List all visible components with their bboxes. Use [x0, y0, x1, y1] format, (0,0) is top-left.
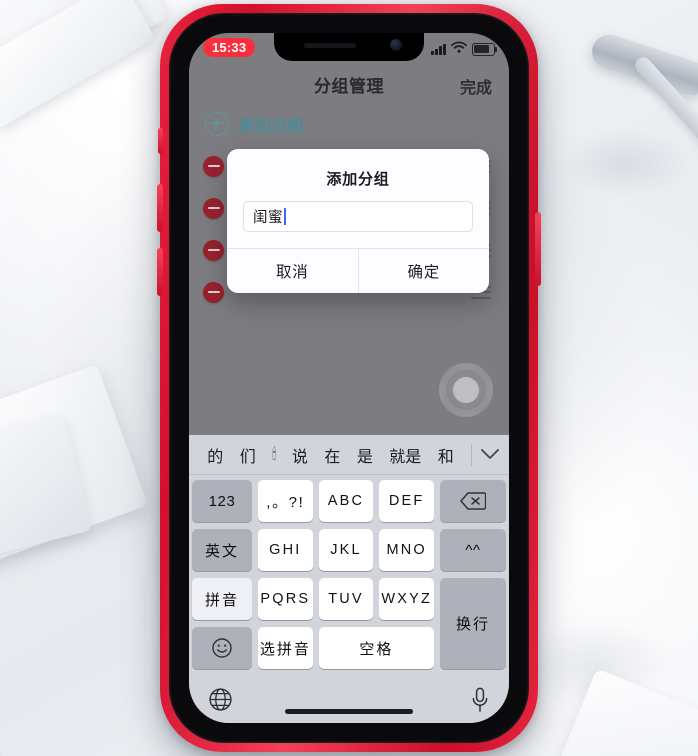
- suggestion-item[interactable]: 是: [357, 443, 373, 467]
- home-indicator[interactable]: [285, 709, 413, 714]
- keyboard-row-3: 拼音 PQRS TUV WXYZ 换行: [192, 578, 507, 669]
- battery-icon: [472, 42, 498, 56]
- dialog-actions: 取消 确定: [227, 249, 489, 293]
- suggestion-item[interactable]: 们: [240, 443, 256, 467]
- suggestion-list: 的 们 🕯 说 在 是 就是 和: [193, 443, 468, 467]
- cancel-button[interactable]: 取消: [227, 249, 358, 293]
- group-name-input-value: 闺蜜: [253, 210, 283, 226]
- key-pinyin[interactable]: 拼音: [192, 578, 252, 620]
- phone-bezel: 分组管理 完成 添加分组 添加分组 闺蜜 取消 确定 的 们 🕯 说 在 是 就…: [169, 13, 529, 743]
- emoji-icon[interactable]: [192, 627, 252, 669]
- volume-down-button[interactable]: [157, 248, 163, 296]
- key-english[interactable]: 英文: [192, 529, 252, 571]
- cellular-bars-icon: [431, 43, 446, 55]
- suggestion-divider: [471, 443, 472, 466]
- globe-icon[interactable]: [208, 687, 233, 717]
- keyboard-bottom-bar: [192, 676, 506, 723]
- key-123[interactable]: 123: [192, 480, 252, 522]
- power-button[interactable]: [535, 212, 541, 286]
- keyboard-row-2: 英文 GHI JKL MNO ^^: [192, 529, 507, 571]
- keyboard-rows: 123 ,。?! ABC DEF 英文 GHI JKL MNO ^^ 拼音 PQ…: [189, 475, 509, 723]
- volume-up-button[interactable]: [157, 184, 163, 232]
- suggestion-item[interactable]: 的: [207, 443, 223, 467]
- key-abc[interactable]: ABC: [318, 480, 374, 522]
- microphone-icon[interactable]: [470, 687, 490, 718]
- status-time: 15:33: [203, 38, 256, 57]
- screenshot-scene: 分组管理 完成 添加分组 添加分组 闺蜜 取消 确定 的 们 🕯 说 在 是 就…: [0, 0, 698, 756]
- text-caret: [284, 208, 286, 225]
- suggestion-item[interactable]: 和: [438, 443, 454, 467]
- key-punctuation[interactable]: ,。?!: [258, 480, 313, 522]
- phone-screen: 分组管理 完成 添加分组 添加分组 闺蜜 取消 确定 的 们 🕯 说 在 是 就…: [189, 33, 509, 723]
- backspace-icon[interactable]: [440, 480, 507, 522]
- keyboard: 的 们 🕯 说 在 是 就是 和 123 ,。?! ABC DEF 英文 GHI…: [189, 435, 509, 723]
- suggestion-item[interactable]: 说: [292, 443, 308, 467]
- suggestion-item[interactable]: 就是: [389, 443, 421, 467]
- key-kaomoji[interactable]: ^^: [440, 529, 507, 571]
- status-bar: 15:33: [189, 33, 509, 63]
- key-mno[interactable]: MNO: [379, 529, 435, 571]
- key-jkl[interactable]: JKL: [318, 529, 374, 571]
- dialog-title: 添加分组: [326, 171, 390, 188]
- add-group-dialog: 添加分组 闺蜜 取消 确定: [227, 149, 489, 293]
- wifi-icon: [451, 40, 467, 58]
- key-space[interactable]: 空格: [318, 627, 434, 669]
- group-name-input[interactable]: 闺蜜: [243, 201, 473, 232]
- key-ghi[interactable]: GHI: [258, 529, 313, 571]
- keyboard-row-1: 123 ,。?! ABC DEF: [192, 480, 507, 522]
- confirm-button[interactable]: 确定: [359, 249, 490, 293]
- suggestion-item[interactable]: 在: [324, 443, 340, 467]
- key-return[interactable]: 换行: [440, 578, 507, 669]
- status-indicators: [431, 40, 498, 58]
- key-tuv[interactable]: TUV: [318, 578, 374, 620]
- silent-switch[interactable]: [158, 128, 163, 154]
- key-pqrs[interactable]: PQRS: [258, 578, 313, 620]
- phone-device: 分组管理 完成 添加分组 添加分组 闺蜜 取消 确定 的 们 🕯 说 在 是 就…: [157, 4, 541, 752]
- suggestion-item-emoji[interactable]: 🕯: [272, 446, 276, 463]
- chevron-down-icon[interactable]: [475, 449, 505, 460]
- dialog-input-wrap: 闺蜜: [227, 201, 489, 248]
- key-wxyz[interactable]: WXYZ: [379, 578, 435, 620]
- key-def[interactable]: DEF: [379, 480, 435, 522]
- suggestion-bar: 的 们 🕯 说 在 是 就是 和: [189, 435, 509, 475]
- key-select-pinyin[interactable]: 选拼音: [258, 627, 313, 669]
